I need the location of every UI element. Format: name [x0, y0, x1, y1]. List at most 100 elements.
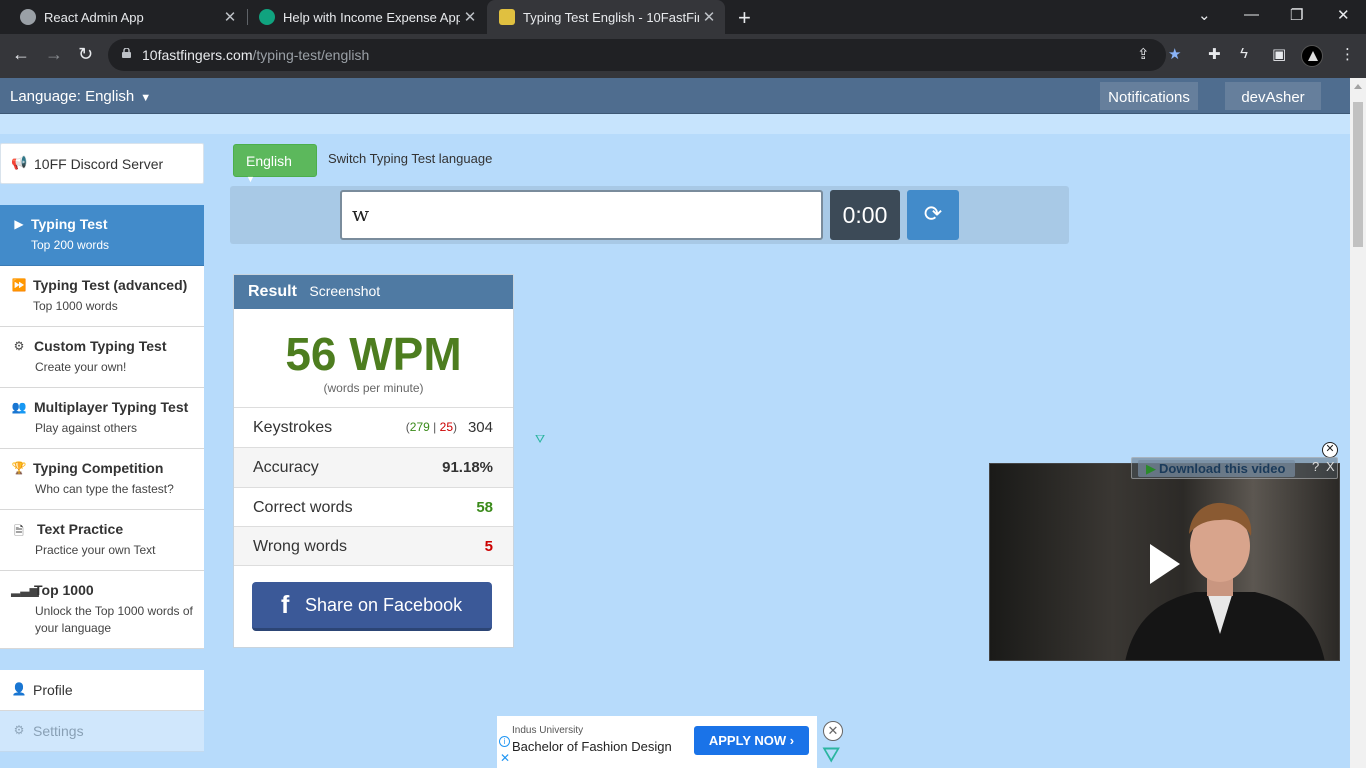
wrong-words-row: Wrong words 5 [234, 526, 513, 566]
accuracy-label: Accuracy [253, 459, 319, 476]
menu-dots-icon[interactable]: ⋮ [1340, 45, 1355, 63]
close-tab-icon[interactable]: ✕ [699, 8, 719, 26]
reload-page-icon[interactable]: ↻ [78, 44, 93, 65]
sidebar-item-multiplayer[interactable]: 👥 Multiplayer Typing Test Play against o… [0, 388, 204, 449]
help-icon[interactable]: ? [1312, 459, 1319, 474]
browser-toolbar: ← → ↻ 10fastfingers.com/typing-test/engl… [0, 34, 1366, 78]
correct-words-value: 58 [476, 499, 493, 516]
sidebar-item-typing-test-advanced[interactable]: ⏩ Typing Test (advanced) Top 1000 words [0, 266, 204, 327]
sidebar-item-title: Multiplayer Typing Test [34, 399, 189, 415]
result-title: Result [248, 283, 297, 300]
extension-bolt-icon[interactable]: ϟ [1240, 45, 1248, 62]
play-video-icon[interactable] [1150, 544, 1180, 584]
ad-school-name: Indus University [512, 725, 584, 736]
sidebar-item-title: Custom Typing Test [34, 338, 167, 354]
fast-forward-icon: ⏩ [11, 278, 27, 292]
sidebar-item-typing-test[interactable]: ▶ Typing Test Top 200 words [0, 205, 204, 266]
wrong-words-label: Wrong words [253, 538, 347, 555]
facebook-icon: f [281, 591, 290, 619]
ad-marker-icon: ⛛ [535, 432, 546, 446]
sidebar-item-text-practice[interactable]: 🗎 Text Practice Practice your own Text [0, 510, 204, 571]
download-label: Download this video [1159, 461, 1286, 476]
signal-icon: ▂▃▅ [11, 583, 39, 597]
sidebar-item-profile[interactable]: 👤 Profile [0, 670, 204, 711]
url-domain: 10fastfingers.com [142, 47, 253, 63]
ad-close-small-icon[interactable]: ✕ [500, 751, 510, 765]
tab-title: Typing Test English - 10FastFinge [523, 9, 699, 25]
keystrokes-wrong: 25 [439, 420, 453, 434]
video-download-bar: ▶ Download this video ? X [1131, 457, 1338, 479]
minimize-icon[interactable]: — [1244, 6, 1259, 23]
language-dropdown[interactable]: Language: English ▼ [10, 88, 151, 105]
scrollbar-thumb[interactable] [1353, 102, 1363, 247]
close-ad-icon[interactable]: ✕ [823, 721, 843, 741]
chevron-down-icon: ▼ [140, 92, 152, 104]
sidebar-item-settings[interactable]: ⚙ Settings [0, 711, 204, 752]
play-small-icon: ▶ [1146, 461, 1156, 476]
video-ad-player[interactable] [989, 463, 1340, 661]
user-icon: 👤 [11, 682, 27, 696]
chevron-right-icon: › [789, 733, 795, 748]
result-header: Result Screenshot [234, 275, 513, 309]
browser-tabstrip: React Admin App ✕ Help with Income Expen… [0, 0, 1366, 34]
language-switch-button[interactable]: English ▼ [233, 144, 317, 184]
chatgpt-icon [259, 9, 275, 25]
restart-button[interactable]: ⟳ [907, 190, 959, 240]
new-tab-icon[interactable]: + [738, 5, 751, 31]
user-menu-button[interactable]: devAsher [1225, 82, 1321, 110]
settings-label: Settings [33, 723, 84, 739]
apply-now-label: APPLY NOW [708, 733, 787, 748]
screenshot-link[interactable]: Screenshot [309, 283, 380, 299]
tab-react-admin[interactable]: React Admin App ✕ [0, 0, 246, 34]
share-icon[interactable]: ⇪ [1137, 45, 1150, 63]
profile-avatar[interactable] [1301, 45, 1323, 67]
typing-input[interactable]: w [340, 190, 823, 240]
ad-info-icon[interactable]: i [499, 736, 510, 747]
sidebar-item-title: Typing Competition [33, 460, 164, 476]
result-panel: Result Screenshot 56 WPM (words per minu… [233, 274, 514, 648]
tab-help-income[interactable]: Help with Income Expense App ✕ [248, 0, 486, 34]
address-bar[interactable]: 10fastfingers.com/typing-test/english [108, 39, 1166, 71]
timer: 0:00 [830, 190, 900, 240]
sidebar-item-top-1000[interactable]: ▂▃▅ Top 1000 Unlock the Top 1000 words o… [0, 571, 204, 649]
sidebar-item-subtitle: Unlock the Top 1000 words of your langua… [35, 604, 193, 635]
bookmark-star-icon[interactable]: ★ [1168, 45, 1181, 63]
lock-icon [122, 48, 131, 58]
back-icon[interactable]: ← [12, 44, 30, 65]
scroll-up-arrow-icon[interactable] [1354, 84, 1362, 89]
profile-label: Profile [33, 682, 73, 698]
extensions-icon[interactable]: ✚ [1208, 45, 1221, 63]
page-scrollbar[interactable] [1350, 78, 1366, 768]
trophy-icon: 🏆 [11, 461, 27, 475]
apply-now-button[interactable]: APPLY NOW › [694, 726, 809, 755]
restore-icon[interactable]: ❐ [1290, 6, 1303, 24]
keystrokes-detail: (279 | 25) [405, 420, 457, 434]
side-panel-icon[interactable]: ▣ [1272, 45, 1286, 63]
tab-typing-test[interactable]: Typing Test English - 10FastFinge ✕ [487, 0, 725, 34]
keystrokes-label: Keystrokes [253, 419, 333, 436]
facebook-button-label: Share on Facebook [305, 595, 463, 615]
close-tab-icon[interactable]: ✕ [460, 8, 480, 26]
keystrokes-correct: 279 [409, 420, 430, 434]
sidebar-item-subtitle: Top 200 words [31, 238, 110, 252]
wrong-words-value: 5 [484, 538, 493, 555]
ad-network-logo-icon: ⛛ [822, 742, 841, 767]
keystrokes-total: 304 [467, 419, 493, 436]
ad-program-name: Bachelor of Fashion Design [512, 739, 672, 754]
discord-link[interactable]: 📢 10FF Discord Server [0, 143, 204, 184]
close-download-icon[interactable]: X [1326, 459, 1335, 474]
close-video-icon[interactable]: ✕ [1322, 442, 1338, 458]
download-video-button[interactable]: ▶ Download this video [1138, 460, 1296, 477]
share-facebook-button[interactable]: f Share on Facebook [252, 582, 492, 631]
tab-search-chevron-icon[interactable]: ⌄ [1198, 6, 1211, 24]
sidebar-item-custom-typing-test[interactable]: ⚙ Custom Typing Test Create your own! [0, 327, 204, 388]
keystrokes-row: Keystrokes (279 | 25) 304 [234, 407, 513, 447]
forward-icon[interactable]: → [45, 44, 63, 65]
typing-input-row: w 0:00 ⟳ [230, 186, 1069, 244]
close-tab-icon[interactable]: ✕ [220, 8, 240, 26]
sidebar-item-competition[interactable]: 🏆 Typing Competition Who can type the fa… [0, 449, 204, 510]
close-window-icon[interactable]: ✕ [1337, 6, 1350, 24]
bottom-ad-banner[interactable]: i ✕ Indus University Bachelor of Fashion… [497, 716, 817, 768]
correct-words-row: Correct words 58 [234, 487, 513, 527]
notifications-button[interactable]: Notifications [1100, 82, 1198, 110]
